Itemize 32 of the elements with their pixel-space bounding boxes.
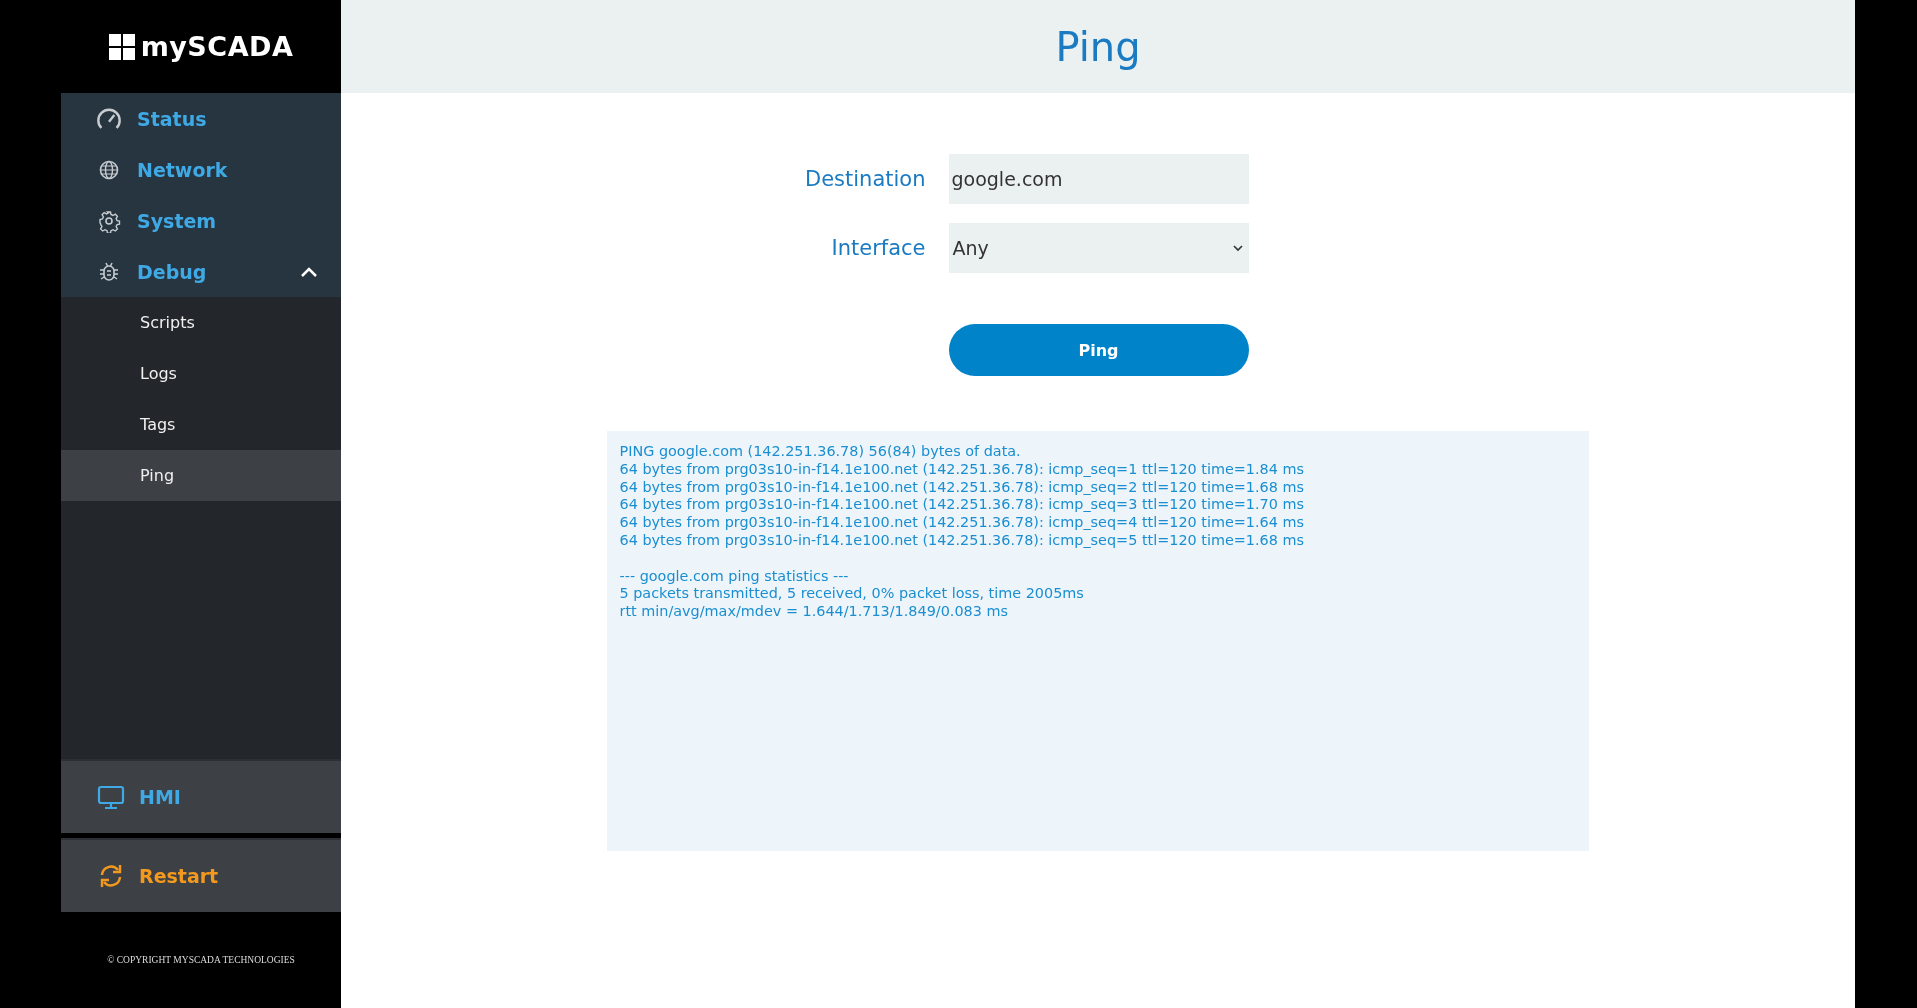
interface-select[interactable]: Any bbox=[948, 223, 1249, 273]
brand-name: mySCADA bbox=[140, 31, 294, 62]
ping-button[interactable]: Ping bbox=[948, 324, 1249, 376]
output-line: rtt min/avg/max/mdev = 1.644/1.713/1.849/0.083 ms bbox=[619, 603, 1009, 621]
nav-item[interactable]: System bbox=[61, 195, 341, 246]
page-title: Ping bbox=[1055, 23, 1141, 70]
destination-field[interactable]: google.com bbox=[948, 154, 1249, 204]
output-line: 5 packets transmitted, 5 received, 0% packet loss, time 2005ms bbox=[619, 585, 1085, 604]
output-line: PING google.com (142.251.36.78) 56(84) bytes of data. bbox=[619, 443, 1022, 461]
output-line: 64 bytes from prg03s10-in-f14.1e100.net (142.251.36.78): icmp_seq=5 ttl=120 time=1.68 ms bbox=[619, 532, 1305, 550]
nav-item[interactable]: Debug bbox=[61, 246, 341, 297]
output-line: --- google.com ping statistics --- bbox=[619, 567, 850, 586]
monitor-icon bbox=[97, 783, 125, 811]
output-line: 64 bytes from prg03s10-in-f14.1e100.net (142.251.36.78): icmp_seq=4 ttl=120 time=1.64 ms bbox=[619, 514, 1305, 532]
chevron-down-icon bbox=[1232, 244, 1243, 252]
output-line: 64 bytes from prg03s10-in-f14.1e100.net (142.251.36.78): icmp_seq=2 ttl=120 time=1.68 ms bbox=[619, 478, 1305, 497]
nav-subitem[interactable]: Scripts bbox=[61, 297, 341, 348]
output-line: 64 bytes from prg03s10-in-f14.1e100.net (142.251.36.78): icmp_seq=1 ttl=120 time=1.84 ms bbox=[619, 460, 1305, 479]
output-line: 64 bytes from prg03s10-in-f14.1e100.net (142.251.36.78): icmp_seq=3 ttl=120 time=1.70 ms bbox=[619, 496, 1305, 515]
logo-icon bbox=[108, 33, 135, 60]
nav-subitem[interactable]: Logs bbox=[61, 348, 341, 399]
nav-item[interactable]: Network bbox=[61, 144, 341, 195]
copyright-text: © COPYRIGHT MYSCADA TECHNOLOGIES bbox=[107, 955, 295, 965]
nav-subitem[interactable]: Tags bbox=[61, 399, 341, 450]
restart-nav-item[interactable]: Restart bbox=[61, 838, 341, 912]
nav-subitem[interactable]: Ping bbox=[61, 450, 341, 501]
hmi-nav-item[interactable]: HMI bbox=[61, 759, 341, 833]
settings-icon bbox=[97, 208, 121, 233]
field-label: Interface bbox=[830, 236, 926, 260]
field-label: Destination bbox=[804, 167, 926, 191]
nav-item[interactable]: Status bbox=[61, 93, 341, 144]
gauge-icon bbox=[97, 106, 121, 131]
